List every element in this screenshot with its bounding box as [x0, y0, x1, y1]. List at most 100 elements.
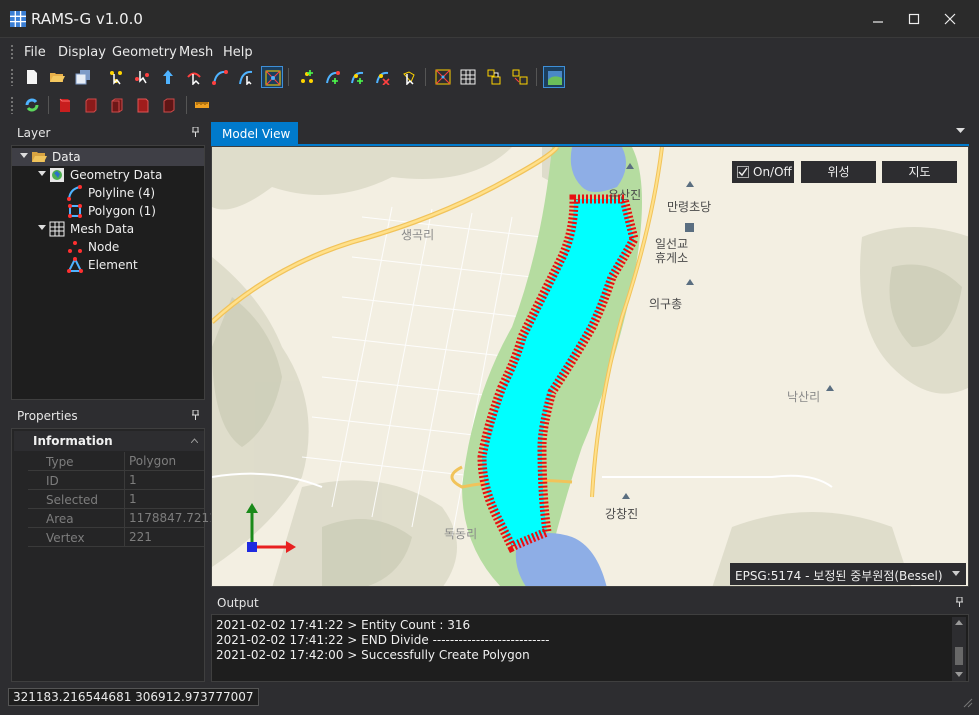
- pin-icon[interactable]: [192, 410, 199, 420]
- select-line-icon: [135, 71, 149, 84]
- background-map-button[interactable]: [543, 66, 565, 88]
- map-button[interactable]: 지도: [882, 161, 957, 183]
- save-button[interactable]: [72, 66, 94, 88]
- open-file-button[interactable]: [46, 66, 68, 88]
- ruler-icon: [195, 102, 209, 108]
- pin-icon[interactable]: [956, 597, 963, 607]
- select-polyline-button[interactable]: [183, 66, 205, 88]
- tree-item-mesh-data[interactable]: Mesh Data: [12, 220, 204, 238]
- minimize-button[interactable]: [860, 0, 896, 38]
- arrow-up-icon: [163, 70, 173, 84]
- cube-view-icon: [137, 98, 149, 113]
- tab-model-view[interactable]: Model View: [211, 122, 298, 146]
- maximize-button[interactable]: [896, 0, 932, 38]
- select-line-button[interactable]: [131, 66, 153, 88]
- tab-dropdown-icon[interactable]: [956, 128, 965, 134]
- view-front-button[interactable]: [54, 94, 76, 116]
- pointer-button[interactable]: [157, 66, 179, 88]
- tree-item-data[interactable]: Data: [12, 148, 204, 166]
- mesh-tool-icon: [487, 69, 501, 85]
- map-place-label: 만령초당: [667, 200, 712, 214]
- output-log[interactable]: 2021-02-02 17:41:22 > Entity Count : 316…: [211, 614, 969, 682]
- menu-display[interactable]: Display: [58, 45, 106, 60]
- move-vertex-icon: [403, 71, 415, 85]
- add-node-button[interactable]: [296, 66, 318, 88]
- poi-markers: [622, 163, 834, 499]
- menu-help[interactable]: Help: [223, 45, 253, 60]
- view-back-button[interactable]: [80, 94, 102, 116]
- river-water: [515, 533, 607, 586]
- vertical-scrollbar[interactable]: [952, 617, 966, 681]
- tree-label: Data: [52, 150, 81, 164]
- draw-curve-button[interactable]: [209, 66, 231, 88]
- mesh-tool-icon: [512, 69, 528, 85]
- scroll-thumb[interactable]: [955, 647, 963, 665]
- property-row: Type Polygon: [28, 452, 204, 471]
- view-right-button[interactable]: [132, 94, 154, 116]
- tree-item-polygon[interactable]: Polygon (1): [12, 202, 204, 220]
- toolbar-separator: [48, 96, 49, 114]
- collapse-arrow-icon[interactable]: [191, 438, 198, 443]
- property-grid: Information Type Polygon ID 1 Selected 1…: [11, 428, 217, 682]
- mesh-tool-b-button[interactable]: [509, 66, 531, 88]
- add-node-icon: [301, 70, 313, 83]
- map-place-label: 의구총: [649, 297, 683, 311]
- expand-arrow-icon[interactable]: [38, 171, 46, 176]
- mesh-grid-icon: [460, 69, 476, 85]
- tree-item-geometry-data[interactable]: Geometry Data: [12, 166, 204, 184]
- tree-item-polyline[interactable]: Polyline (4): [12, 184, 204, 202]
- checkbox[interactable]: [737, 166, 749, 178]
- map-place-label: 휴게소: [655, 251, 689, 265]
- add-polyline-icon: [326, 71, 340, 84]
- close-button[interactable]: [932, 0, 968, 38]
- menu-geometry[interactable]: Geometry: [112, 45, 177, 60]
- layer-tree: Data Geometry Data Polyline (4) Polygon …: [11, 145, 205, 400]
- map-onoff-toggle[interactable]: On/Off: [732, 161, 794, 183]
- satellite-button[interactable]: 위성: [801, 161, 876, 183]
- resize-grip-icon[interactable]: [961, 696, 973, 708]
- crs-select[interactable]: EPSG:5174 - 보정된 중부원점(Bessel): [730, 563, 966, 585]
- select-point-button[interactable]: [105, 66, 127, 88]
- insert-vertex-button[interactable]: [347, 66, 369, 88]
- property-category[interactable]: Information: [14, 431, 204, 451]
- measure-button[interactable]: [191, 94, 213, 116]
- check-icon: [738, 167, 748, 177]
- edit-curve-button[interactable]: [235, 66, 257, 88]
- select-mesh-button[interactable]: [261, 66, 283, 88]
- create-mesh-button[interactable]: [432, 66, 454, 88]
- expand-arrow-icon[interactable]: [38, 225, 46, 230]
- mesh-tool-a-button[interactable]: [483, 66, 505, 88]
- layer-panel-header: Layer: [11, 122, 205, 144]
- map-canvas[interactable]: [212, 147, 969, 587]
- window-title: RAMS-G v1.0.0: [31, 10, 143, 28]
- scroll-down-icon[interactable]: [955, 672, 963, 677]
- edit-curve-icon: [239, 70, 253, 85]
- refresh-button[interactable]: [21, 94, 43, 116]
- output-panel-title: Output: [217, 596, 259, 610]
- menu-file[interactable]: File: [24, 45, 46, 60]
- view-left-button[interactable]: [106, 94, 128, 116]
- output-panel-header: Output: [211, 592, 969, 614]
- tree-item-node[interactable]: Node: [12, 238, 204, 256]
- mesh-grid-icon: [49, 221, 65, 237]
- view-top-button[interactable]: [158, 94, 180, 116]
- menu-mesh[interactable]: Mesh: [179, 45, 213, 60]
- title-bar: RAMS-G v1.0.0: [0, 0, 979, 38]
- new-file-button[interactable]: [21, 66, 43, 88]
- chevron-down-icon: [952, 571, 960, 576]
- cube-view-icon: [85, 98, 97, 113]
- tree-label: Node: [88, 240, 120, 254]
- pin-icon[interactable]: [192, 127, 199, 137]
- delete-vertex-button[interactable]: [372, 66, 394, 88]
- maximize-icon: [908, 13, 920, 25]
- move-vertex-button[interactable]: [398, 66, 420, 88]
- tree-item-element[interactable]: Element: [12, 256, 204, 274]
- expand-arrow-icon[interactable]: [20, 153, 28, 158]
- toolbar-separator: [425, 68, 426, 86]
- scroll-up-icon[interactable]: [955, 620, 963, 625]
- tab-label: Model View: [222, 127, 291, 141]
- node-icon: [68, 241, 82, 253]
- mesh-grid-button[interactable]: [457, 66, 479, 88]
- map-view[interactable]: 유산진 만령초당 일선교 휴게소 의구총 생곡리 낙산리 강창진 독동리 On/…: [211, 146, 969, 587]
- add-polyline-button[interactable]: [322, 66, 344, 88]
